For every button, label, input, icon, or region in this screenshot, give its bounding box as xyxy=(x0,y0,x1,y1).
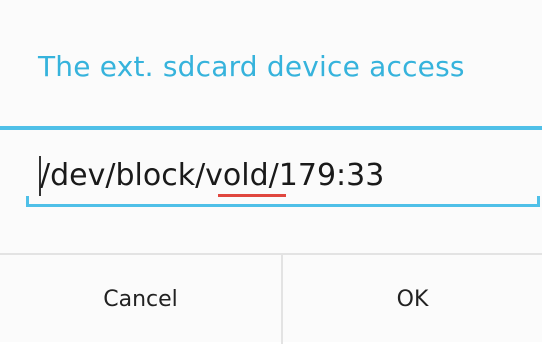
button-bar: Cancel OK xyxy=(0,253,542,344)
input-underline-right-tick xyxy=(537,196,540,206)
ok-button[interactable]: OK xyxy=(283,255,542,344)
dialog: The ext. sdcard device access /dev/block… xyxy=(0,0,542,344)
dialog-title: The ext. sdcard device access xyxy=(38,50,465,83)
spellcheck-underline xyxy=(218,194,286,197)
title-divider xyxy=(0,126,542,130)
input-underline xyxy=(26,204,540,207)
input-underline-left-tick xyxy=(26,196,29,206)
path-input[interactable]: /dev/block/vold/179:33 xyxy=(26,150,540,208)
cancel-button[interactable]: Cancel xyxy=(0,255,281,344)
path-input-text[interactable]: /dev/block/vold/179:33 xyxy=(40,158,384,193)
